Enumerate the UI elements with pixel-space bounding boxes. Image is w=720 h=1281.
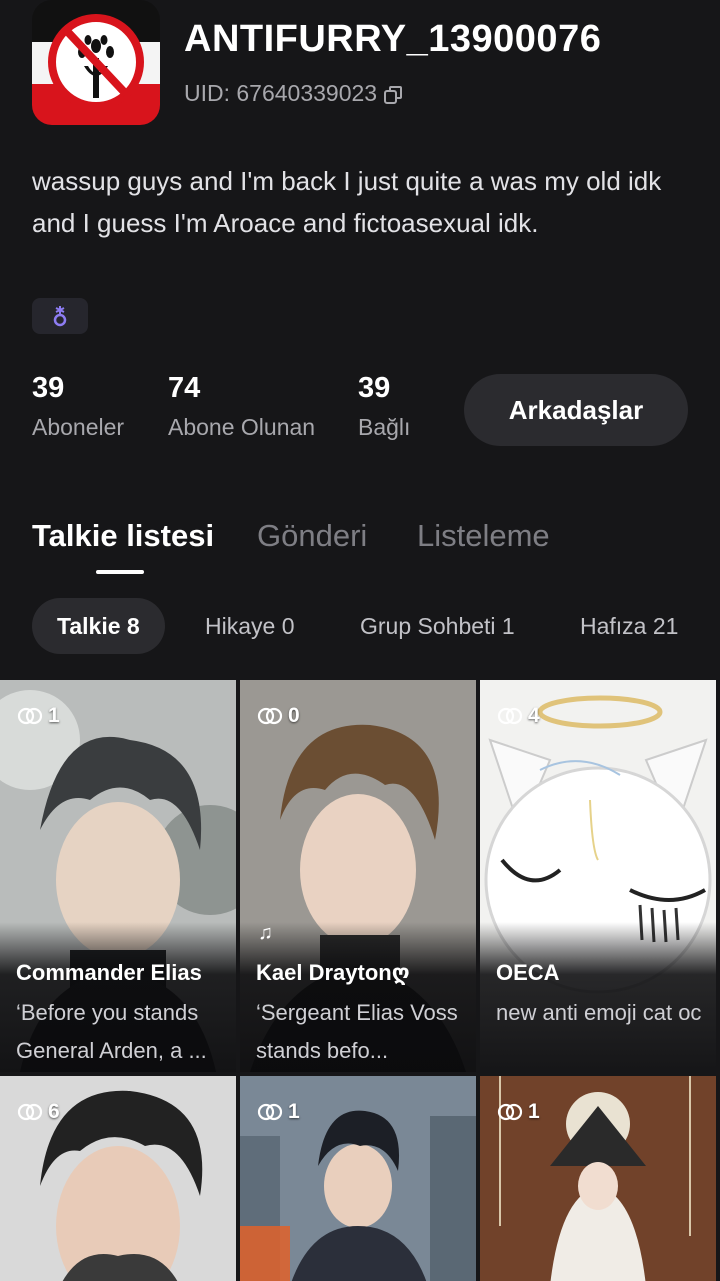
- card-description: ‘Before you stands General Arden, a ...: [16, 1000, 207, 1063]
- profile-avatar[interactable]: [32, 0, 160, 125]
- stat-following[interactable]: 74 Abone Olunan: [168, 372, 315, 441]
- card-description: new anti emoji cat oc: [496, 1000, 702, 1025]
- filter-chips: Talkie 8 Hikaye 0 Grup Sohbeti 1 Hafıza …: [32, 598, 720, 654]
- card-description: ‘Sergeant Elias Voss stands befo...: [256, 1000, 458, 1063]
- music-note-icon: ♫: [258, 922, 273, 944]
- talkie-card[interactable]: 1: [480, 1076, 716, 1281]
- stat-value: 39: [32, 372, 65, 404]
- card-chat-count: 1: [256, 1100, 300, 1124]
- chip-story[interactable]: Hikaye 0: [205, 598, 294, 654]
- link-icon: [17, 707, 43, 725]
- chip-talkie[interactable]: Talkie 8: [32, 598, 165, 654]
- link-icon: [257, 707, 283, 725]
- card-title: OECA: [496, 960, 560, 985]
- talkie-card[interactable]: 1 Commander Elias ‘Before you stands Gen…: [0, 680, 236, 1072]
- tab-listings[interactable]: Listeleme: [417, 518, 550, 554]
- gender-badge[interactable]: [32, 298, 88, 334]
- tab-posts[interactable]: Gönderi: [257, 518, 367, 554]
- copy-icon[interactable]: [383, 84, 403, 104]
- stat-label: Bağlı: [358, 414, 411, 440]
- link-icon: [497, 1103, 523, 1121]
- stat-value: 39: [358, 372, 391, 404]
- stat-value: 74: [168, 372, 201, 404]
- talkie-card[interactable]: 6: [0, 1076, 236, 1281]
- username: ANTIFURRY_13900076: [184, 18, 602, 60]
- profile-header: ANTIFURRY_13900076 UID: 67640339023: [32, 0, 692, 130]
- link-icon: [17, 1103, 43, 1121]
- link-icon: [257, 1103, 283, 1121]
- stat-label: Abone Olunan: [168, 414, 316, 440]
- friends-button[interactable]: Arkadaşlar: [464, 374, 688, 446]
- stat-connected[interactable]: 39 Bağlı: [358, 372, 410, 441]
- link-icon: [497, 707, 523, 725]
- stat-label: Aboneler: [32, 414, 125, 440]
- card-chat-count: 4: [496, 704, 540, 728]
- card-chat-count: 6: [16, 1100, 60, 1124]
- profile-bio: wassup guys and I'm back I just quite a …: [32, 166, 662, 238]
- card-title: Commander Elias: [16, 960, 202, 985]
- uid-text: UID: 67640339023: [184, 80, 378, 106]
- chip-group-chat[interactable]: Grup Sohbeti 1: [360, 598, 515, 654]
- stat-subscribers[interactable]: 39 Aboneler: [32, 372, 124, 441]
- chip-memory[interactable]: Hafıza 21: [580, 598, 678, 654]
- profile-tabs: Talkie listesi Gönderi Listeleme: [32, 518, 692, 578]
- card-title: Kael Draytonღ: [256, 960, 410, 985]
- card-chat-count: 0: [256, 704, 300, 728]
- gender-badge-icon: [53, 306, 67, 327]
- tab-talkie-list[interactable]: Talkie listesi: [32, 518, 214, 554]
- card-chat-count: 1: [496, 1100, 540, 1124]
- talkie-card[interactable]: 1: [240, 1076, 476, 1281]
- active-tab-indicator: [96, 570, 144, 574]
- card-chat-count: 1: [16, 704, 60, 728]
- talkie-card[interactable]: 0 ♫ Kael Draytonღ ‘Sergeant Elias Voss s…: [240, 680, 476, 1072]
- uid-row[interactable]: UID: 67640339023: [184, 80, 403, 107]
- talkie-card[interactable]: 4 OECA new anti emoji cat oc: [480, 680, 716, 1072]
